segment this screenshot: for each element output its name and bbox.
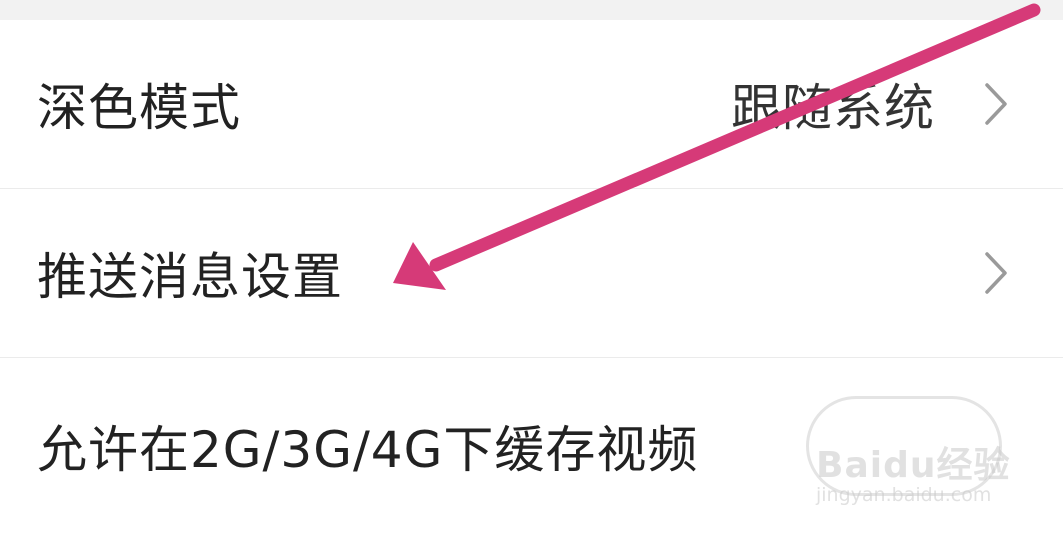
dark-mode-label: 深色模式 xyxy=(37,79,241,137)
cache-video-toggle[interactable] xyxy=(806,395,1002,496)
chevron-right-icon xyxy=(985,252,1007,294)
push-settings-row[interactable]: 推送消息设置 xyxy=(0,189,1063,358)
dark-mode-row[interactable]: 深色模式 跟随系统 xyxy=(0,20,1063,189)
cache-video-row: 允许在2G/3G/4G下缓存视频 xyxy=(0,358,1063,533)
cache-video-label: 允许在2G/3G/4G下缓存视频 xyxy=(37,420,699,479)
push-settings-label: 推送消息设置 xyxy=(37,248,343,306)
settings-list: 深色模式 跟随系统 推送消息设置 允许在2G/3G/4G下缓存视频 xyxy=(0,20,1063,533)
dark-mode-value: 跟随系统 xyxy=(731,79,935,137)
chevron-right-icon xyxy=(985,83,1007,125)
top-strip xyxy=(0,0,1063,20)
